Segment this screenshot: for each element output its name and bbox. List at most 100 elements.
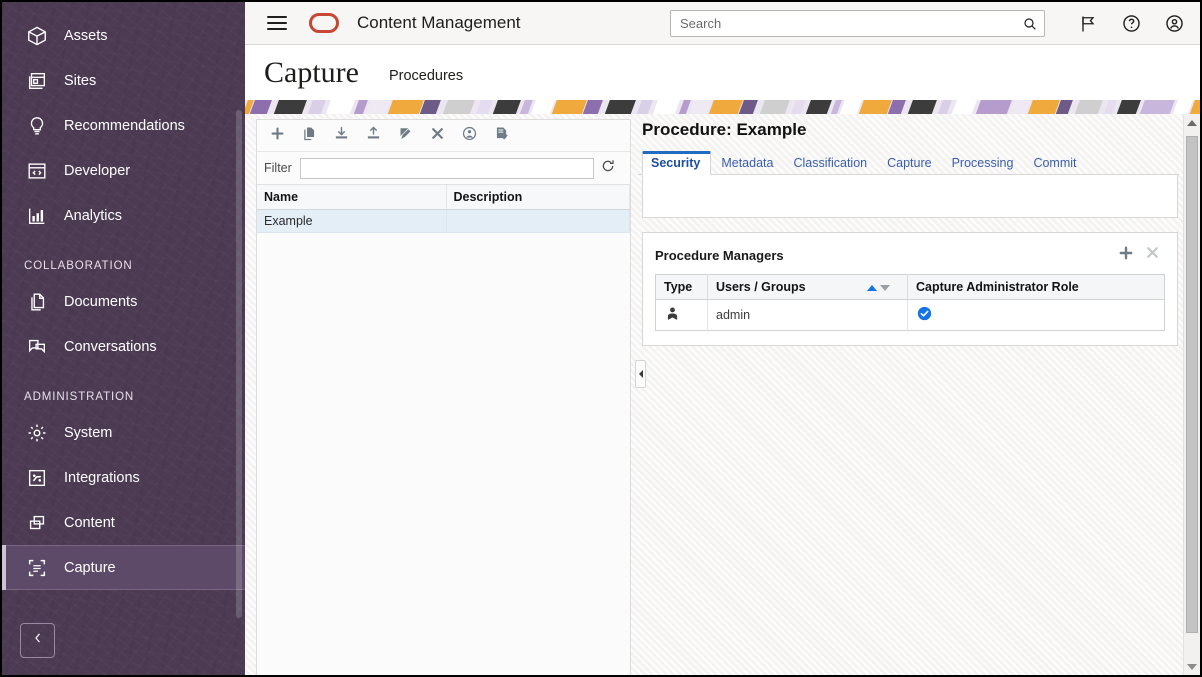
procedures-toolbar xyxy=(257,120,630,152)
download-icon xyxy=(333,125,350,147)
sidebar-item-capture[interactable]: Capture xyxy=(2,545,245,590)
tab-commit[interactable]: Commit xyxy=(1023,156,1086,175)
column-header-type[interactable]: Type xyxy=(656,275,708,300)
document-check-icon xyxy=(493,125,510,147)
sidebar-item-content[interactable]: Content xyxy=(2,500,245,545)
banner-stripe xyxy=(440,100,477,114)
procedure-managers-table: Type Users / Groups Capture Administrato… xyxy=(655,274,1165,331)
tab-processing[interactable]: Processing xyxy=(942,156,1024,175)
edit-button[interactable] xyxy=(391,122,420,149)
sidebar: Assets Sites Recommendations Developer xyxy=(2,2,245,675)
security-button[interactable] xyxy=(455,122,484,149)
column-header-description[interactable]: Description xyxy=(446,185,630,210)
banner-stripe xyxy=(602,100,638,114)
tab-classification[interactable]: Classification xyxy=(783,156,877,175)
procedures-table: Name Description Example xyxy=(257,185,630,233)
scroll-up-button[interactable] xyxy=(1184,114,1200,131)
refresh-icon xyxy=(600,158,616,179)
tab-metadata[interactable]: Metadata xyxy=(711,156,783,175)
sidebar-item-label: Recommendations xyxy=(64,118,185,134)
sidebar-item-assets[interactable]: Assets xyxy=(2,13,245,58)
procedure-managers-title: Procedure Managers xyxy=(655,248,1113,263)
import-button[interactable] xyxy=(327,122,356,149)
hamburger-icon[interactable] xyxy=(267,16,287,30)
scroll-down-button[interactable] xyxy=(1184,658,1200,675)
lightbulb-icon xyxy=(24,113,50,139)
sidebar-item-conversations[interactable]: Conversations xyxy=(2,324,245,369)
search-box[interactable]: Search xyxy=(670,10,1045,37)
banner-stripe xyxy=(949,100,979,114)
sidebar-item-label: Integrations xyxy=(64,470,140,486)
scroll-up-icon xyxy=(1187,120,1197,126)
oracle-logo-icon[interactable] xyxy=(309,13,339,33)
banner-stripe xyxy=(905,100,939,114)
sidebar-item-label: Assets xyxy=(64,28,108,44)
add-button[interactable] xyxy=(263,122,292,149)
sort-descending-icon[interactable] xyxy=(880,285,890,291)
sidebar-item-label: Sites xyxy=(64,73,96,89)
banner-stripe xyxy=(803,100,834,114)
sidebar-item-label: Capture xyxy=(64,560,116,576)
sidebar-item-developer[interactable]: Developer xyxy=(2,148,245,193)
banner-stripe xyxy=(271,100,309,114)
help-icon[interactable] xyxy=(1119,12,1143,36)
sidebar-item-label: System xyxy=(64,425,112,441)
flag-icon[interactable] xyxy=(1076,12,1100,36)
cell-name: Example xyxy=(257,210,446,233)
sidebar-item-label: Developer xyxy=(64,163,130,179)
upload-icon xyxy=(365,125,382,147)
table-row[interactable]: admin xyxy=(656,300,1165,331)
chevron-left-icon xyxy=(31,631,45,650)
remove-manager-button[interactable] xyxy=(1139,243,1165,267)
sidebar-item-documents[interactable]: Documents xyxy=(2,279,245,324)
column-header-capture-administrator-role[interactable]: Capture Administrator Role xyxy=(908,275,1165,300)
sidebar-item-analytics[interactable]: Analytics xyxy=(2,193,245,238)
detail-title: Procedure: Example xyxy=(638,114,1179,140)
search-icon[interactable] xyxy=(1016,16,1044,32)
column-header-name[interactable]: Name xyxy=(257,185,446,210)
bar-chart-icon xyxy=(24,203,50,229)
banner-stripe xyxy=(1072,100,1105,114)
scroll-down-icon xyxy=(1187,664,1197,670)
sidebar-collapse-button[interactable] xyxy=(20,623,55,658)
user-account-icon[interactable] xyxy=(1162,12,1186,36)
add-manager-button[interactable] xyxy=(1113,243,1139,267)
filter-row: Filter xyxy=(257,152,630,185)
sidebar-item-integrations[interactable]: Integrations xyxy=(2,455,245,500)
tab-capture[interactable]: Capture xyxy=(877,156,941,175)
page-header: Capture Procedures xyxy=(245,45,1200,100)
column-header-users-groups-label: Users / Groups xyxy=(716,280,806,294)
gear-icon xyxy=(24,420,50,446)
refresh-button[interactable] xyxy=(594,157,622,179)
search-input[interactable]: Search xyxy=(671,16,1016,31)
user-circle-icon xyxy=(461,125,478,147)
banner-stripe xyxy=(490,100,523,114)
detail-scrollbar[interactable] xyxy=(1183,114,1200,675)
tab-security[interactable]: Security xyxy=(642,151,711,175)
app-window: Assets Sites Recommendations Developer xyxy=(0,0,1202,677)
banner-stripe xyxy=(1114,100,1143,114)
sidebar-item-recommendations[interactable]: Recommendations xyxy=(2,103,245,148)
table-row[interactable]: Example xyxy=(257,210,630,233)
sidebar-item-label: Content xyxy=(64,515,115,531)
tab-panel-top xyxy=(642,175,1178,218)
filter-input[interactable] xyxy=(300,158,594,179)
banner-stripe xyxy=(305,100,328,114)
column-header-users-groups[interactable]: Users / Groups xyxy=(708,275,908,300)
sidebar-scrollbar[interactable] xyxy=(236,110,242,618)
x-close-icon xyxy=(1144,244,1161,266)
audit-button[interactable] xyxy=(487,122,516,149)
sort-controls xyxy=(867,285,890,291)
page-subnav-procedures[interactable]: Procedures xyxy=(389,62,463,84)
banner-stripe xyxy=(935,100,954,114)
sidebar-item-sites[interactable]: Sites xyxy=(2,58,245,103)
sort-ascending-icon[interactable] xyxy=(867,285,877,291)
content-area: Filter Name Description Exa xyxy=(245,114,1200,675)
sidebar-item-system[interactable]: System xyxy=(2,410,245,455)
user-icon xyxy=(664,311,681,325)
copy-button[interactable] xyxy=(295,122,324,149)
export-button[interactable] xyxy=(359,122,388,149)
scrollbar-thumb[interactable] xyxy=(1186,136,1198,633)
delete-button[interactable] xyxy=(423,122,452,149)
table-header-row: Name Description xyxy=(257,185,630,210)
